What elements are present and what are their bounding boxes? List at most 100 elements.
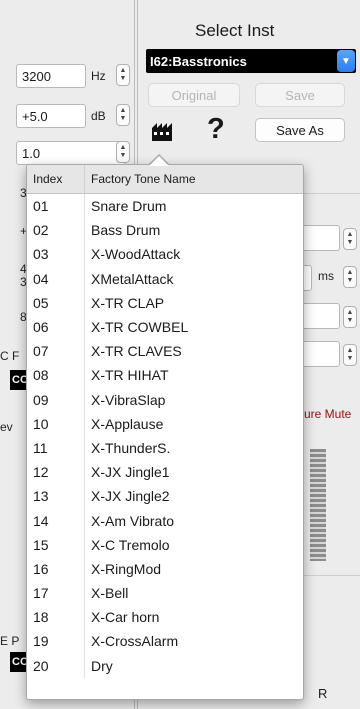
gain-value: +5.0	[22, 108, 48, 124]
tone-name: X-VibraSlap	[91, 391, 166, 408]
tone-index: 08	[27, 363, 85, 388]
factory-icon[interactable]	[151, 120, 177, 142]
table-row[interactable]: 06 X-TR COWBEL	[27, 314, 303, 340]
tone-index: 14	[27, 508, 85, 533]
tone-name: X-Applause	[91, 415, 164, 432]
tone-name: X-TR COWBEL	[91, 319, 189, 336]
table-row[interactable]: 02 Bass Drum	[27, 218, 303, 243]
table-row[interactable]: 05 X-TR CLAP	[27, 290, 303, 315]
table-header: Index Factory Tone Name	[27, 165, 303, 194]
tone-name: X-TR CLAP	[91, 294, 165, 311]
right-stepper-4[interactable]: ▲ ▼	[343, 344, 357, 366]
tone-index: 12	[27, 460, 85, 485]
level-meter	[310, 449, 326, 561]
q-value: 1.0	[22, 145, 41, 161]
table-row[interactable]: 10 X-Applause	[27, 411, 303, 436]
tone-index: 18	[27, 605, 85, 630]
tone-index: 05	[27, 290, 85, 315]
table-row[interactable]: 14 X-Am Vibrato	[27, 508, 303, 533]
save-button[interactable]: Save	[255, 83, 345, 107]
tone-name: X-Car horn	[91, 609, 160, 626]
tone-name: X-JX Jingle1	[91, 464, 170, 481]
popup-pointer-fill	[149, 156, 169, 166]
tone-name: X-CrossAlarm	[91, 633, 179, 650]
right-field-1[interactable]	[300, 225, 340, 251]
tone-name: X-C Tremolo	[91, 536, 170, 553]
tone-name: X-Am Vibrato	[91, 512, 174, 529]
tone-index: 06	[27, 314, 85, 340]
tone-name: X-ThunderS.	[91, 439, 171, 456]
tone-index: 01	[27, 194, 85, 219]
ms-unit: ms	[318, 269, 334, 283]
tone-index: 09	[27, 387, 85, 412]
table-row[interactable]: 13 X-JX Jingle2	[27, 484, 303, 509]
q-field[interactable]: 1.0	[16, 141, 126, 165]
tone-index: 11	[27, 435, 85, 461]
table-row[interactable]: 08 X-TR HIHAT	[27, 363, 303, 388]
frequency-field[interactable]: 3200	[16, 64, 86, 88]
tone-name: Snare Drum	[91, 198, 167, 215]
table-row[interactable]: 17 X-Bell	[27, 581, 303, 606]
help-icon[interactable]: ?	[207, 113, 225, 146]
tone-name: X-TR CLAVES	[91, 343, 182, 360]
table-row[interactable]: 04 XMetalAttack	[27, 266, 303, 291]
tone-list: 01 Snare Drum 02 Bass Drum 03 X-WoodAttack 04 X…	[27, 194, 303, 678]
tone-index: 16	[27, 556, 85, 581]
mode-tag-top[interactable]: CO	[10, 370, 29, 390]
table-row[interactable]: 01 Snare Drum	[27, 194, 303, 219]
factory-tone-popup: Index Factory Tone Name 01 Snare Drum 02 Ba…	[26, 164, 304, 700]
tone-index: 19	[27, 629, 85, 654]
column-header-index[interactable]: Index	[27, 165, 85, 193]
tone-index: 07	[27, 339, 85, 364]
tone-index: 10	[27, 411, 85, 436]
instrument-select-value: I62:Basstronics	[150, 53, 247, 69]
table-row[interactable]: 18 X-Car horn	[27, 605, 303, 630]
tone-name: Dry	[91, 657, 113, 674]
right-field-3[interactable]	[300, 303, 340, 329]
table-row[interactable]: 16 X-RingMod	[27, 556, 303, 581]
frequency-value: 3200	[22, 68, 51, 84]
tone-name: X-RingMod	[91, 560, 162, 577]
table-row[interactable]: 09 X-VibraSlap	[27, 387, 303, 412]
r-label: R	[318, 686, 328, 701]
select-inst-title: Select Inst	[195, 21, 275, 40]
gain-stepper[interactable]: ▲ ▼	[116, 104, 130, 126]
frequency-unit: Hz	[91, 69, 106, 83]
right-stepper-2[interactable]: ▲ ▼	[343, 266, 357, 288]
table-row[interactable]: 07 X-TR CLAVES	[27, 339, 303, 364]
gain-unit: dB	[91, 109, 106, 123]
right-field-4[interactable]	[300, 341, 340, 367]
partial-label-h: ev	[0, 420, 13, 434]
tone-name: X-JX Jingle2	[91, 488, 170, 505]
column-header-name[interactable]: Factory Tone Name	[85, 172, 196, 186]
table-row[interactable]: 19 X-CrossAlarm	[27, 629, 303, 654]
pure-mute-label[interactable]: ure Mute	[304, 407, 351, 421]
tone-index: 04	[27, 266, 85, 291]
tone-index: 20	[27, 653, 85, 678]
chevron-down-icon[interactable]: ▼	[337, 50, 355, 72]
original-button[interactable]: Original	[148, 83, 240, 107]
table-row[interactable]: 20 Dry	[27, 653, 303, 678]
tone-name: XMetalAttack	[91, 270, 174, 287]
tone-name: X-TR HIHAT	[91, 367, 169, 384]
tone-index: 02	[27, 218, 85, 243]
mode-tag-bottom[interactable]: CO	[10, 652, 29, 672]
tone-index: 15	[27, 532, 85, 557]
tone-index: 13	[27, 484, 85, 509]
table-row[interactable]: 15 X-C Tremolo	[27, 532, 303, 557]
tone-index: 03	[27, 242, 85, 267]
tone-index: 17	[27, 581, 85, 606]
q-stepper[interactable]: ▲ ▼	[116, 141, 130, 163]
frequency-stepper[interactable]: ▲ ▼	[116, 64, 130, 86]
table-row[interactable]: 12 X-JX Jingle1	[27, 460, 303, 485]
tone-name: Bass Drum	[91, 222, 161, 239]
save-as-button[interactable]: Save As	[255, 118, 345, 142]
right-stepper-1[interactable]: ▲ ▼	[343, 228, 357, 250]
gain-field[interactable]: +5.0	[16, 104, 86, 128]
table-row[interactable]: 03 X-WoodAttack	[27, 242, 303, 267]
instrument-select[interactable]: I62:Basstronics ▼	[146, 49, 356, 73]
tone-name: X-WoodAttack	[91, 246, 181, 263]
tone-name: X-Bell	[91, 585, 129, 602]
right-stepper-3[interactable]: ▲ ▼	[343, 306, 357, 328]
table-row[interactable]: 11 X-ThunderS.	[27, 435, 303, 461]
